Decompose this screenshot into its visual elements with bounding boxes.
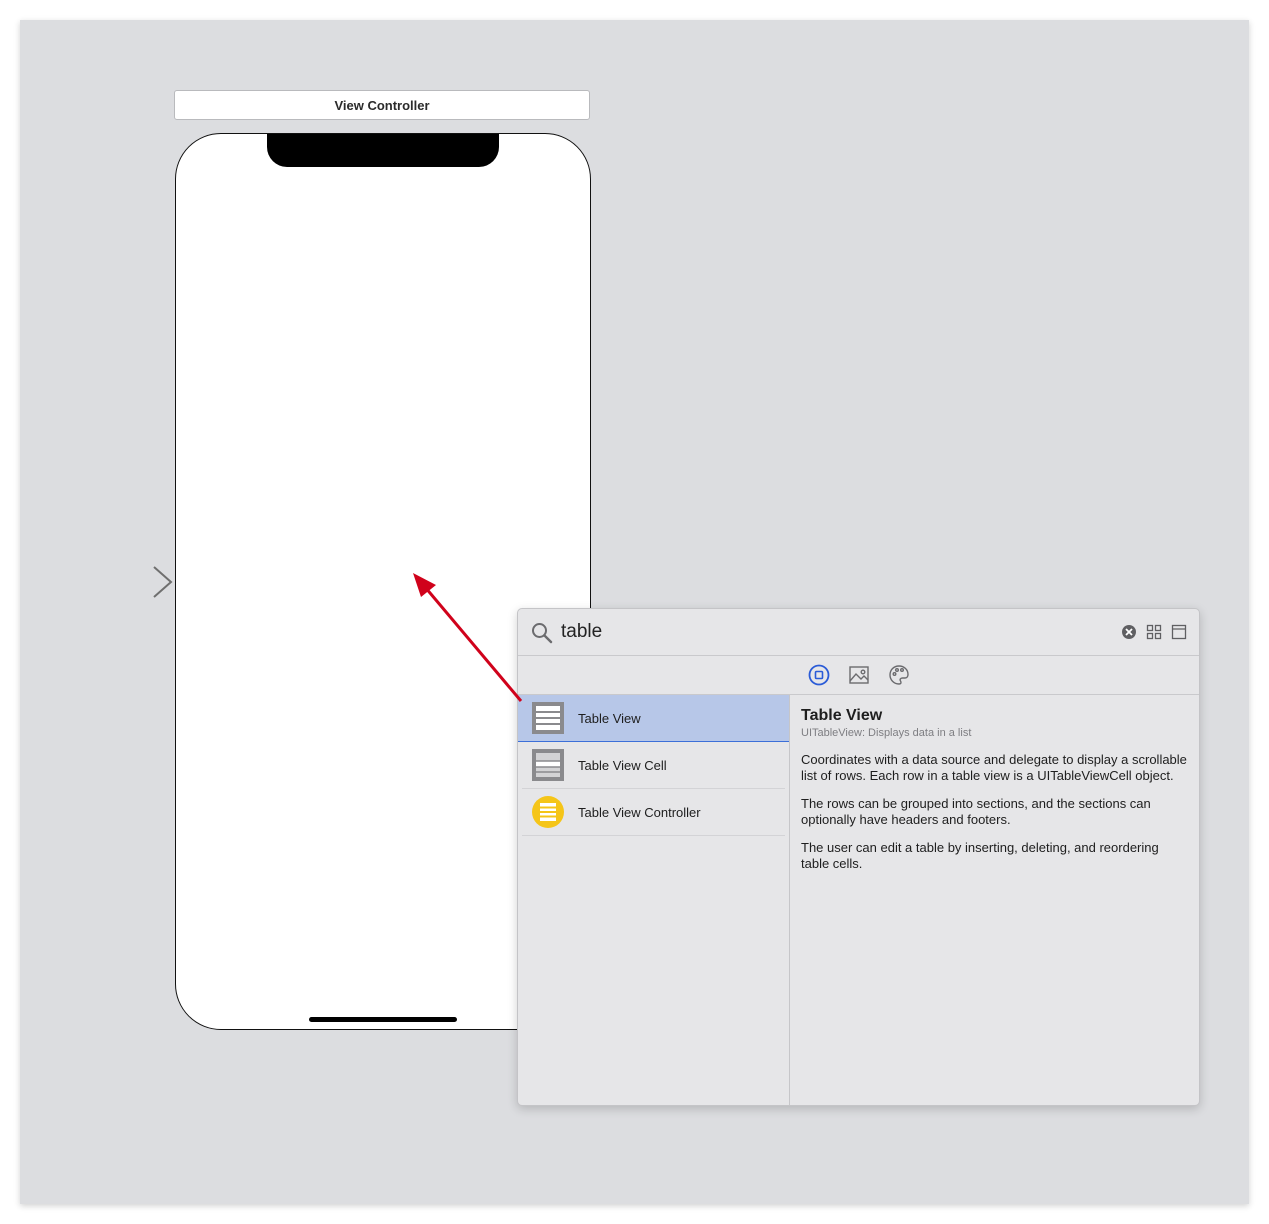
table-view-controller-icon	[532, 796, 564, 828]
detail-paragraph: The rows can be grouped into sections, a…	[801, 796, 1151, 827]
detail-paragraph: The user can edit a table by inserting, …	[801, 840, 1159, 871]
scene-title-bar[interactable]: View Controller	[174, 90, 590, 120]
home-indicator	[309, 1017, 457, 1022]
grid-view-icon[interactable]	[1146, 624, 1162, 640]
list-item-label: Table View	[578, 710, 641, 726]
scene-title: View Controller	[334, 97, 430, 113]
table-view-cell-icon	[532, 749, 564, 781]
detail-title: Table View	[801, 707, 883, 724]
detail-paragraph: Coordinates with a data source and deleg…	[801, 752, 1187, 783]
clear-icon[interactable]	[1121, 624, 1137, 640]
library-search-input[interactable]	[561, 619, 1061, 645]
library-results-list: Table View Table View Cell Table View Co…	[518, 695, 790, 1105]
list-item-table-view[interactable]: Table View	[518, 695, 789, 742]
detail-view-icon[interactable]	[1171, 624, 1187, 640]
list-item-table-view-controller[interactable]: Table View Controller	[522, 789, 785, 836]
search-icon	[531, 622, 553, 644]
library-search-bar	[518, 609, 1199, 656]
objects-icon[interactable]	[808, 664, 830, 686]
list-item-table-view-cell[interactable]: Table View Cell	[522, 742, 785, 789]
library-detail-pane: Table View UITableView: Displays data in…	[790, 695, 1199, 1105]
table-view-icon	[532, 702, 564, 734]
entry-point-arrow[interactable]	[74, 566, 176, 600]
list-item-label: Table View Controller	[578, 804, 701, 820]
palette-icon[interactable]	[888, 664, 910, 686]
object-library-panel: Table View Table View Cell Table View Co…	[517, 608, 1200, 1106]
phone-notch	[267, 134, 499, 167]
detail-subtitle: UITableView: Displays data in a list	[801, 727, 972, 739]
list-item-label: Table View Cell	[578, 757, 667, 773]
image-icon[interactable]	[848, 664, 870, 686]
library-type-selector	[518, 656, 1199, 695]
